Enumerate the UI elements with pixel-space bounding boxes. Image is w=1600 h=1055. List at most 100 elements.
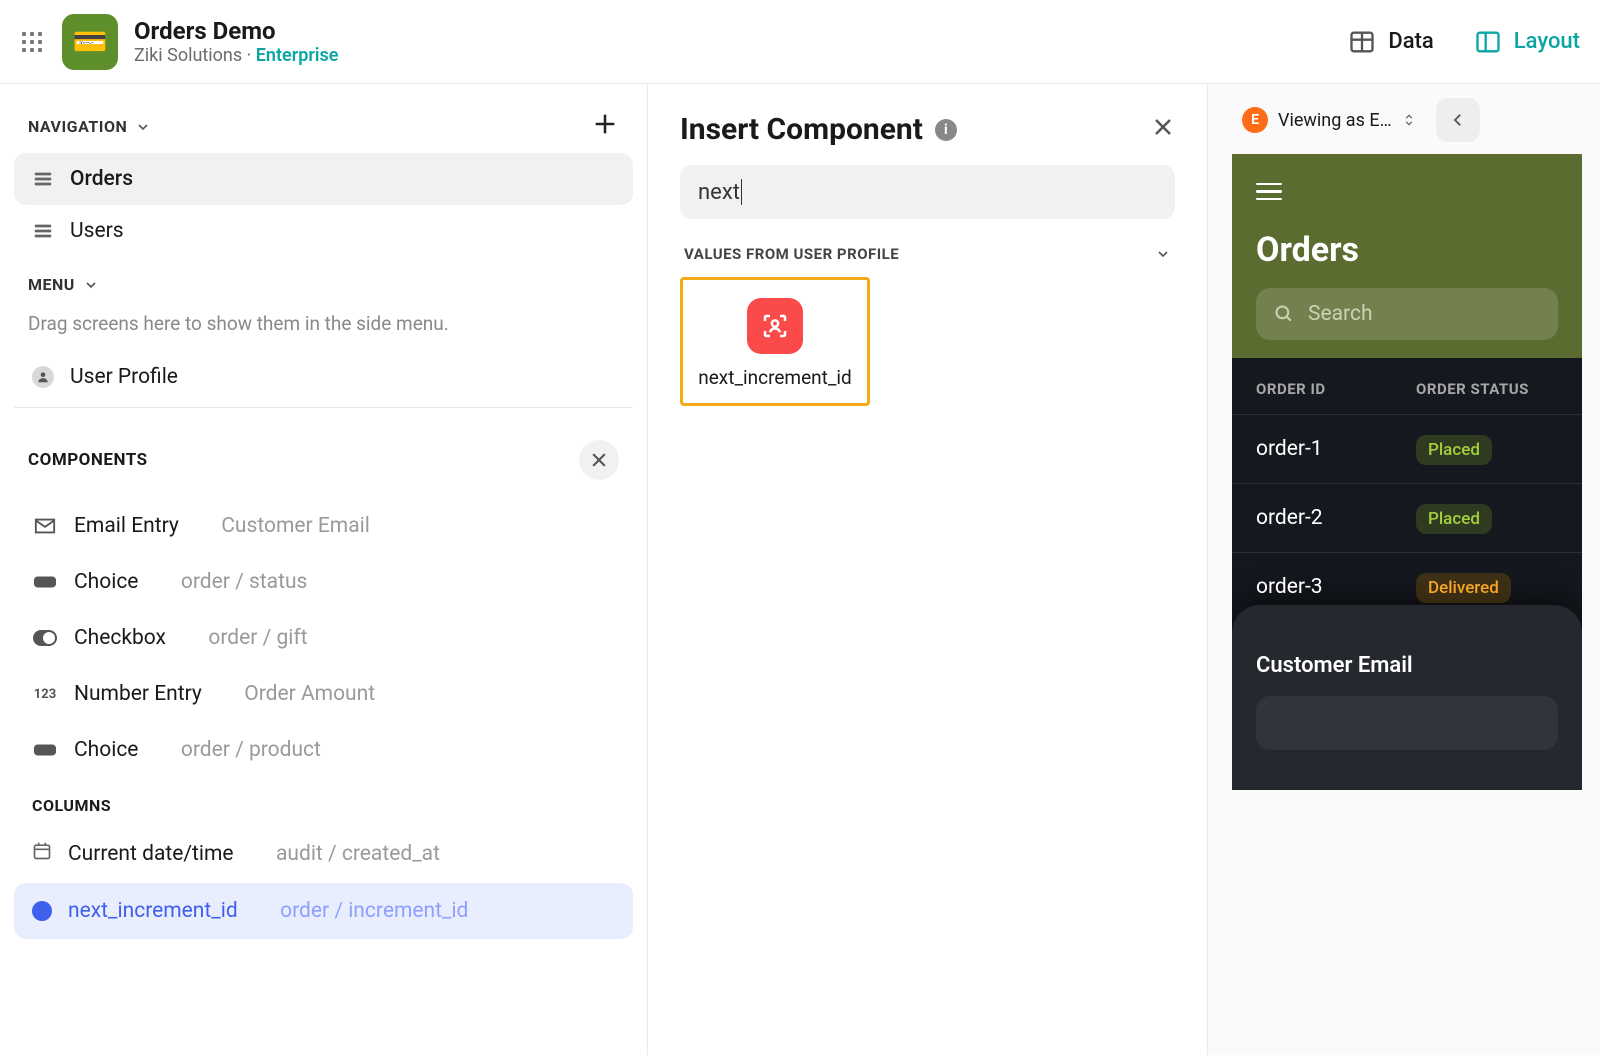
orders-table: ORDER ID ORDER STATUS order-1 Placed ord… <box>1232 358 1582 790</box>
plan-label[interactable]: Enterprise <box>256 45 339 66</box>
insert-panel: Insert Component i next VALUES FROM USER… <box>648 84 1208 1055</box>
menu-icon[interactable] <box>1256 183 1558 200</box>
choice-icon <box>32 574 58 590</box>
status-badge: Placed <box>1416 504 1492 534</box>
org-name: Ziki Solutions <box>134 45 242 66</box>
toggle-icon <box>32 630 58 646</box>
chevron-down-icon <box>135 119 151 135</box>
preview-search-input[interactable]: Search <box>1256 288 1558 340</box>
status-badge: Delivered <box>1416 573 1511 603</box>
menu-hint: Drag screens here to show them in the si… <box>14 304 633 355</box>
avatar-badge: E <box>1242 107 1268 133</box>
menu-label: MENU <box>28 275 75 294</box>
app-subtitle: Ziki Solutions · Enterprise <box>134 45 338 66</box>
column-next-increment[interactable]: next_increment_id order / increment_id <box>14 883 633 939</box>
list-icon <box>32 220 54 242</box>
column-current-date[interactable]: Current date/time audit / created_at <box>14 825 633 883</box>
component-search-input[interactable]: next <box>680 165 1175 219</box>
preview-pane: E Viewing as E… Orders Search ORDER ID <box>1208 84 1600 1055</box>
nav-item-orders[interactable]: Orders <box>14 153 633 205</box>
column-sub: order / increment_id <box>280 899 468 923</box>
search-placeholder: Search <box>1308 302 1373 326</box>
tile-name: next_increment_id <box>691 366 859 389</box>
chevron-left-icon <box>1449 111 1467 129</box>
email-icon <box>32 515 58 537</box>
menu-item-user-profile[interactable]: User Profile <box>14 355 633 407</box>
back-button[interactable] <box>1436 98 1480 142</box>
sidebar: NAVIGATION Orders Users MENU Drag screen… <box>0 84 648 1055</box>
search-icon <box>1274 304 1294 324</box>
table-row[interactable]: order-1 Placed <box>1232 414 1582 483</box>
app-label: Orders Demo Ziki Solutions · Enterprise <box>134 17 338 67</box>
app-logo: 💳 <box>62 14 118 70</box>
col-order-status: ORDER STATUS <box>1416 380 1558 398</box>
cell-order-id: order-1 <box>1256 437 1376 461</box>
column-sub: audit / created_at <box>276 842 440 866</box>
component-sub: Customer Email <box>221 514 370 538</box>
cell-order-id: order-3 <box>1256 575 1376 599</box>
bottom-sheet: Customer Email <box>1232 605 1582 790</box>
device-preview: Orders Search ORDER ID ORDER STATUS orde… <box>1232 154 1582 790</box>
table-row[interactable]: order-2 Placed <box>1232 483 1582 552</box>
menu-section[interactable]: MENU <box>28 275 99 294</box>
viewing-as-selector[interactable]: E Viewing as E… <box>1232 99 1426 141</box>
component-type: Email Entry <box>74 514 179 538</box>
navigation-section[interactable]: NAVIGATION <box>28 117 151 136</box>
app-title: Orders Demo <box>134 17 338 46</box>
nav-item-label: Users <box>70 219 124 243</box>
menu-item-label: User Profile <box>70 365 178 389</box>
status-badge: Placed <box>1416 435 1492 465</box>
component-choice-product[interactable]: Choice order / product <box>14 722 633 778</box>
tile-next-increment-id[interactable]: next_increment_id <box>680 277 870 406</box>
component-type: Choice <box>74 738 138 762</box>
list-icon <box>32 168 54 190</box>
user-icon <box>32 366 54 388</box>
search-value: next <box>698 180 740 205</box>
choice-icon <box>32 742 58 758</box>
nav-item-users[interactable]: Users <box>14 205 633 257</box>
component-choice-status[interactable]: Choice order / status <box>14 554 633 610</box>
nav-item-label: Orders <box>70 167 133 191</box>
tab-layout-label: Layout <box>1514 29 1580 54</box>
chevron-down-icon <box>83 277 99 293</box>
cell-order-id: order-2 <box>1256 506 1376 530</box>
tab-layout[interactable]: Layout <box>1474 28 1580 56</box>
component-type: Choice <box>74 570 138 594</box>
component-email-entry[interactable]: Email Entry Customer Email <box>14 498 633 554</box>
group-label: VALUES FROM USER PROFILE <box>684 245 899 263</box>
column-name: next_increment_id <box>68 899 238 923</box>
number-icon: 123 <box>32 687 58 702</box>
component-sub: order / product <box>181 738 321 762</box>
navigation-label: NAVIGATION <box>28 117 127 136</box>
apps-icon[interactable] <box>18 28 46 56</box>
topbar: 💳 Orders Demo Ziki Solutions · Enterpris… <box>0 0 1600 84</box>
topbar-tabs: Data Layout <box>1348 28 1580 56</box>
updown-icon <box>1402 113 1416 127</box>
dot-icon <box>32 901 52 921</box>
close-components-button[interactable] <box>579 440 619 480</box>
customer-email-field[interactable] <box>1256 696 1558 750</box>
component-type: Number Entry <box>74 682 202 706</box>
component-number-entry[interactable]: 123 Number Entry Order Amount <box>14 666 633 722</box>
component-sub: order / gift <box>208 626 307 650</box>
insert-title: Insert Component i <box>680 112 957 147</box>
column-name: Current date/time <box>68 842 234 866</box>
col-order-id: ORDER ID <box>1256 380 1376 398</box>
calendar-icon <box>32 841 52 867</box>
screen-title: Orders <box>1256 230 1558 270</box>
component-sub: order / status <box>181 570 308 594</box>
component-checkbox[interactable]: Checkbox order / gift <box>14 610 633 666</box>
sheet-label: Customer Email <box>1256 653 1558 678</box>
columns-label: COLUMNS <box>14 778 633 825</box>
viewing-as-label: Viewing as E… <box>1278 110 1392 131</box>
close-insert-button[interactable] <box>1151 115 1175 144</box>
component-sub: Order Amount <box>244 682 375 706</box>
info-icon[interactable]: i <box>935 119 957 141</box>
tab-data[interactable]: Data <box>1348 28 1433 56</box>
close-icon <box>589 450 609 470</box>
component-type: Checkbox <box>74 626 166 650</box>
add-screen-button[interactable] <box>591 110 619 143</box>
group-user-profile[interactable]: VALUES FROM USER PROFILE <box>680 239 1175 277</box>
user-capture-icon <box>747 298 803 354</box>
chevron-down-icon <box>1155 246 1171 262</box>
